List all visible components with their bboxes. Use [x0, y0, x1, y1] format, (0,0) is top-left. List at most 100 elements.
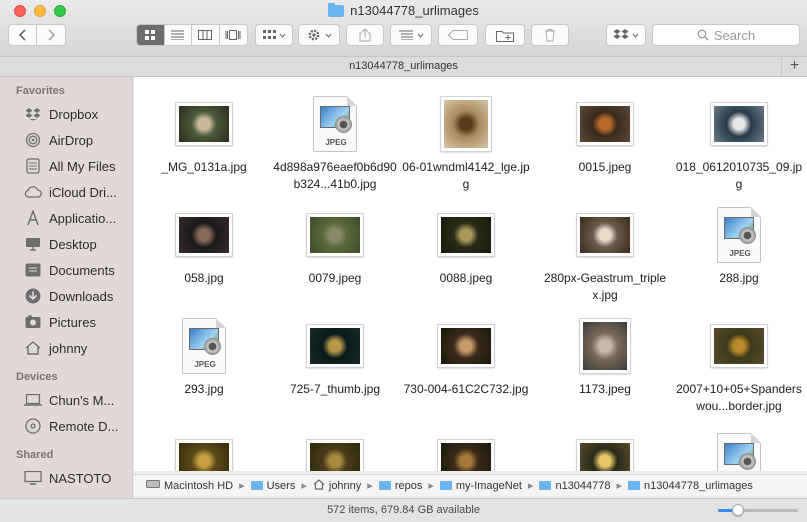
sidebar-section-title: Devices	[16, 371, 58, 383]
new-folder-button[interactable]	[485, 24, 525, 46]
window-title: n13044778_urlimages	[0, 2, 807, 18]
file-item[interactable]: JPEG 4d898a976eaef0b6d90b324...41b0.jpg	[270, 95, 400, 193]
breadcrumb-label: johnny	[328, 479, 362, 492]
cover-flow-button[interactable]	[220, 25, 247, 45]
breadcrumb-item[interactable]: n13044778_urlimages	[628, 480, 753, 492]
sidebar-item[interactable]: iCloud Dri...	[0, 179, 132, 205]
image-thumbnail	[438, 325, 494, 367]
breadcrumb-item[interactable]: Users	[250, 479, 296, 492]
sidebar-item[interactable]: johnny	[0, 335, 132, 361]
file-item[interactable]: 730-004-61C2C732.jpg	[401, 317, 531, 398]
file-item[interactable]: 0088.jpeg	[401, 206, 531, 287]
new-tab-button[interactable]: +	[781, 57, 807, 76]
view-mode-group	[136, 24, 248, 46]
sidebar-item[interactable]: NASTOTO	[0, 465, 132, 491]
breadcrumb-item[interactable]: repos	[378, 480, 422, 492]
image-thumbnail	[307, 325, 363, 367]
file-item[interactable]: 018_0612010735_09.jpg	[674, 95, 804, 193]
file-thumbnail-area: JPEG	[674, 432, 804, 471]
file-item[interactable]	[540, 432, 670, 471]
back-button[interactable]	[9, 25, 38, 45]
file-item[interactable]: 725-7_thumb.jpg	[270, 317, 400, 398]
hard-drive-icon	[146, 479, 160, 492]
sidebar-item[interactable]: Dropbox	[0, 101, 132, 127]
breadcrumb-item[interactable]: Macintosh HD	[146, 479, 233, 492]
toolbar: Search	[0, 24, 807, 50]
edit-tags-button[interactable]	[438, 24, 478, 46]
folder-icon	[328, 2, 345, 17]
file-thumbnail-area	[139, 206, 269, 264]
applications-icon	[24, 210, 42, 226]
home-icon	[24, 340, 42, 356]
arrange-by-button[interactable]	[390, 24, 432, 46]
file-item[interactable]: 058.jpg	[139, 206, 269, 287]
sidebar-item[interactable]: Desktop	[0, 231, 132, 257]
file-item[interactable]	[270, 432, 400, 471]
share-icon	[359, 28, 371, 42]
file-item[interactable]	[139, 432, 269, 471]
icon-view-button[interactable]	[137, 25, 165, 45]
file-thumbnail-area	[270, 432, 400, 471]
sidebar-item[interactable]: Remote D...	[0, 413, 132, 439]
sidebar-item[interactable]: Chun's M...	[0, 387, 132, 413]
home-icon	[313, 478, 325, 493]
sidebar-item[interactable]: AirDrop	[0, 127, 132, 153]
sidebar-item-label: Dropbox	[49, 106, 99, 122]
sidebar-item[interactable]: Pictures	[0, 309, 132, 335]
jpeg-file-icon: JPEG	[313, 96, 357, 152]
sidebar-section-title: Favorites	[16, 85, 65, 97]
sidebar-item[interactable]: Applicatio...	[0, 205, 132, 231]
breadcrumb-item[interactable]: n13044778	[539, 479, 611, 492]
list-view-button[interactable]	[165, 25, 192, 45]
chevron-right-icon	[48, 29, 55, 41]
breadcrumb-item[interactable]: johnny	[313, 478, 362, 493]
finder-window: n13044778_urlimages Search n13044778_url…	[0, 0, 807, 522]
dropbox-menu-button[interactable]	[606, 24, 646, 46]
file-item[interactable]: JPEG 288.jpg	[674, 206, 804, 287]
breadcrumb-label: n13044778	[555, 479, 611, 492]
trash-button[interactable]	[531, 24, 569, 46]
chevron-down-icon	[632, 33, 639, 38]
folder-icon	[628, 481, 641, 490]
search-field[interactable]: Search	[652, 24, 800, 46]
columns-icon	[198, 30, 213, 40]
image-thumbnail	[307, 214, 363, 256]
sidebar-item[interactable]: Documents	[0, 257, 132, 283]
share-button[interactable]	[346, 24, 384, 46]
chevron-down-icon	[325, 33, 331, 38]
file-thumbnail-area: JPEG	[139, 317, 269, 375]
file-item[interactable]: 2007+10+05+Spanderswou...border.jpg	[674, 317, 804, 415]
tab-title[interactable]: n13044778_urlimages	[349, 60, 458, 72]
sidebar-item[interactable]: All My Files	[0, 153, 132, 179]
list-icon	[171, 30, 185, 40]
file-name: 293.jpg	[184, 382, 224, 396]
file-item[interactable]: 1173.jpeg	[540, 317, 670, 398]
image-thumbnail	[577, 440, 633, 471]
file-item[interactable]: 280px-Geastrum_triplex.jpg	[540, 206, 670, 304]
sidebar-item-label: All My Files	[49, 158, 116, 174]
file-name: _MG_0131a.jpg	[161, 160, 247, 174]
file-item[interactable]: JPEG 293.jpg	[139, 317, 269, 398]
file-item[interactable]: 0015.jpeg	[540, 95, 670, 176]
image-thumbnail	[176, 103, 232, 145]
file-item[interactable]	[401, 432, 531, 471]
action-button[interactable]	[298, 24, 340, 46]
column-view-button[interactable]	[192, 25, 220, 45]
forward-button[interactable]	[37, 25, 65, 45]
breadcrumb-item[interactable]: my-ImageNet	[439, 480, 522, 492]
file-thumbnail-area	[674, 95, 804, 153]
breadcrumb-label: Users	[266, 479, 296, 492]
sidebar-item[interactable]: Downloads	[0, 283, 132, 309]
slider-knob[interactable]	[732, 504, 744, 516]
image-thumbnail	[307, 440, 363, 471]
path-bar: Macintosh HD ▸ Users ▸ johnny ▸ repos ▸ my-Image…	[134, 474, 807, 496]
icon-size-slider[interactable]	[718, 504, 798, 516]
arrange-button[interactable]	[255, 24, 293, 46]
file-name: 0079.jpeg	[308, 271, 362, 285]
file-item[interactable]: _MG_0131a.jpg	[139, 95, 269, 176]
file-item[interactable]: JPEG	[674, 432, 804, 471]
file-item[interactable]: 0079.jpeg	[270, 206, 400, 287]
folder-icon	[378, 481, 391, 490]
file-item[interactable]: 06-01wndml4142_lge.jpg	[401, 95, 531, 193]
chevron-left-icon	[18, 29, 26, 41]
